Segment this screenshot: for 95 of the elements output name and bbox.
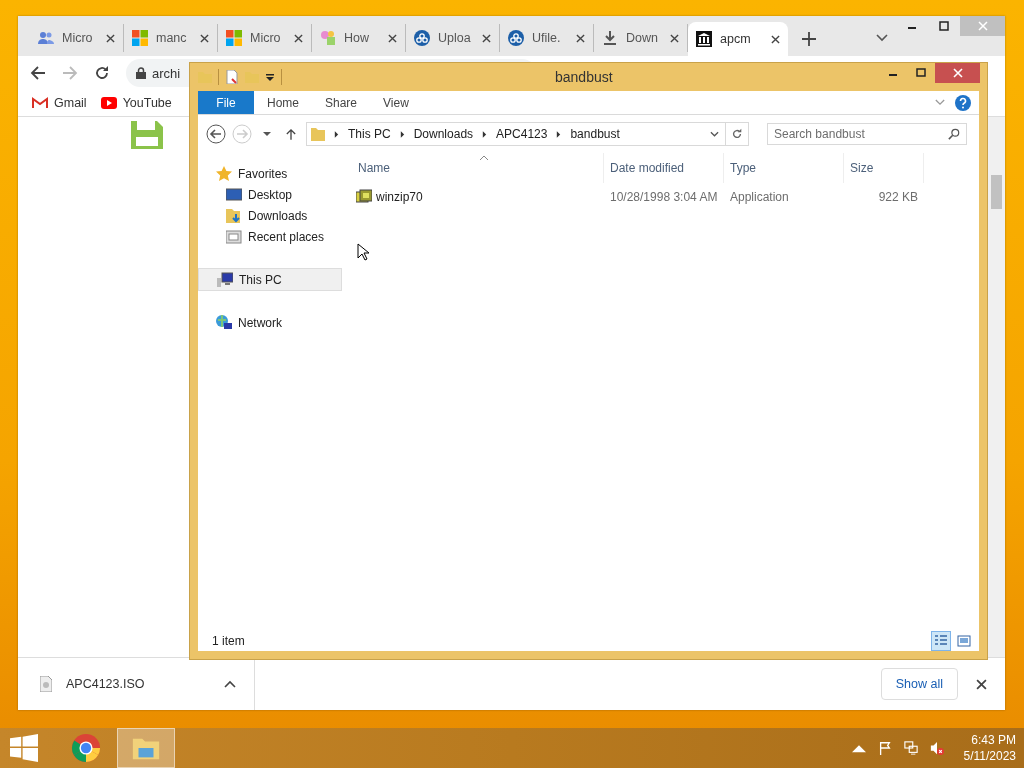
shapes-icon — [320, 30, 336, 46]
clock-time[interactable]: 6:43 PM — [971, 732, 1016, 748]
back-icon[interactable] — [206, 124, 226, 144]
four-squares-icon — [132, 30, 148, 46]
browser-tab[interactable]: apcm — [688, 22, 788, 56]
file-name-cell[interactable]: winzip70 — [342, 189, 604, 205]
caret-up-icon[interactable] — [224, 680, 236, 688]
chevron-right-icon[interactable] — [334, 130, 339, 138]
building-icon — [696, 31, 712, 47]
help-icon[interactable] — [955, 94, 971, 111]
table-cell-text: 922 KB — [877, 190, 919, 204]
computer-icon — [217, 271, 233, 288]
chevron-right-icon[interactable] — [556, 130, 562, 138]
clock-date[interactable]: 5/11/2023 — [963, 748, 1016, 764]
dropdown-icon[interactable] — [265, 72, 275, 82]
chevron-down-icon[interactable] — [876, 34, 888, 42]
chevron-right-icon[interactable] — [399, 130, 405, 138]
mouse-pointer-icon — [357, 243, 369, 261]
nav-item[interactable]: This PC — [198, 268, 342, 291]
recent-places-icon — [226, 228, 242, 245]
nav-item[interactable]: Downloads — [198, 205, 342, 226]
flag-icon[interactable] — [877, 741, 892, 755]
table-cell-text: 10/28/1998 3:04 AM — [609, 190, 719, 204]
chrome-icon — [71, 733, 101, 763]
reload-icon[interactable] — [94, 65, 110, 81]
close-icon[interactable] — [771, 34, 780, 44]
four-squares-icon — [226, 30, 242, 46]
nav-item[interactable]: Network — [198, 312, 342, 333]
document-icon[interactable] — [225, 70, 239, 84]
browser-tab[interactable]: Uploa — [406, 24, 500, 52]
download-folder-icon — [226, 207, 242, 224]
ribbon-tab[interactable]: Share — [312, 91, 371, 114]
muted-speaker-icon[interactable] — [929, 741, 944, 755]
up-arrow-icon[interactable] — [286, 128, 296, 140]
bookmark[interactable]: Gmail — [32, 96, 87, 110]
disc-file-icon — [40, 676, 52, 692]
windows-logo-icon[interactable] — [10, 734, 38, 762]
chevron-right-icon[interactable] — [482, 130, 488, 138]
search-field[interactable]: Search bandbust — [767, 123, 967, 145]
show-all-button[interactable]: Show all — [880, 668, 958, 700]
details-view-icon[interactable] — [931, 631, 951, 651]
nav-item[interactable]: Favorites — [198, 163, 342, 184]
monitor-icon — [226, 186, 242, 203]
scrollbar-thumb[interactable] — [991, 175, 1002, 209]
address-bar[interactable]: This PC Downloads APC4123 bandbust — [306, 122, 726, 146]
breadcrumb[interactable]: Downloads — [413, 127, 474, 141]
cloud-icon — [508, 30, 524, 46]
column-header[interactable]: Size — [844, 153, 924, 183]
close-icon[interactable] — [576, 33, 585, 43]
play-icon — [100, 97, 117, 109]
browser-tab[interactable]: Micro — [218, 24, 312, 52]
new-tab-icon[interactable] — [802, 32, 816, 46]
application-icon — [356, 189, 372, 205]
folder-icon — [311, 126, 325, 142]
lock-icon — [136, 67, 146, 79]
column-header[interactable]: Name — [342, 153, 604, 183]
chevron-down-icon[interactable] — [935, 99, 945, 106]
column-header[interactable]: Date modified — [604, 153, 724, 183]
refresh-button[interactable] — [725, 122, 749, 146]
table-cell-text: Application — [729, 190, 790, 204]
star-icon — [216, 165, 232, 182]
cloud-icon — [414, 30, 430, 46]
browser-tab[interactable]: Ufile. — [500, 24, 594, 52]
close-icon[interactable] — [670, 33, 679, 43]
browser-tab[interactable]: manc — [124, 24, 218, 52]
close-icon[interactable] — [482, 33, 491, 43]
ribbon-tab[interactable]: Home — [254, 91, 312, 114]
breadcrumb[interactable]: APC4123 — [496, 127, 548, 141]
browser-tab[interactable]: Micro — [30, 24, 124, 52]
bookmark[interactable]: YouTube — [100, 96, 172, 110]
file-tab[interactable]: File — [198, 91, 254, 114]
chevron-down-icon[interactable] — [710, 131, 719, 137]
close-icon[interactable] — [976, 678, 987, 690]
network-icon — [216, 314, 232, 331]
browser-tab[interactable]: How — [312, 24, 406, 52]
refresh-icon[interactable] — [731, 128, 743, 140]
network-icon[interactable] — [903, 741, 918, 755]
ribbon-tab[interactable]: View — [370, 91, 422, 114]
people-icon — [38, 30, 54, 46]
envelope-m-icon — [32, 97, 48, 109]
download-icon — [602, 30, 618, 46]
breadcrumb[interactable]: This PC — [348, 127, 391, 141]
close-icon[interactable] — [294, 33, 303, 43]
thumbnail-view-icon[interactable] — [955, 632, 973, 650]
nav-item[interactable]: Recent places — [198, 226, 342, 247]
search-icon — [948, 128, 960, 140]
window-title: bandbust — [555, 69, 613, 85]
close-icon[interactable] — [200, 33, 209, 43]
breadcrumb[interactable]: bandbust — [570, 127, 620, 141]
close-icon[interactable] — [106, 33, 115, 43]
nav-item[interactable]: Desktop — [198, 184, 342, 205]
close-icon[interactable] — [388, 33, 397, 43]
status-text: 1 item — [212, 634, 245, 648]
back-icon[interactable] — [30, 65, 46, 81]
column-header[interactable]: Type — [724, 153, 844, 183]
